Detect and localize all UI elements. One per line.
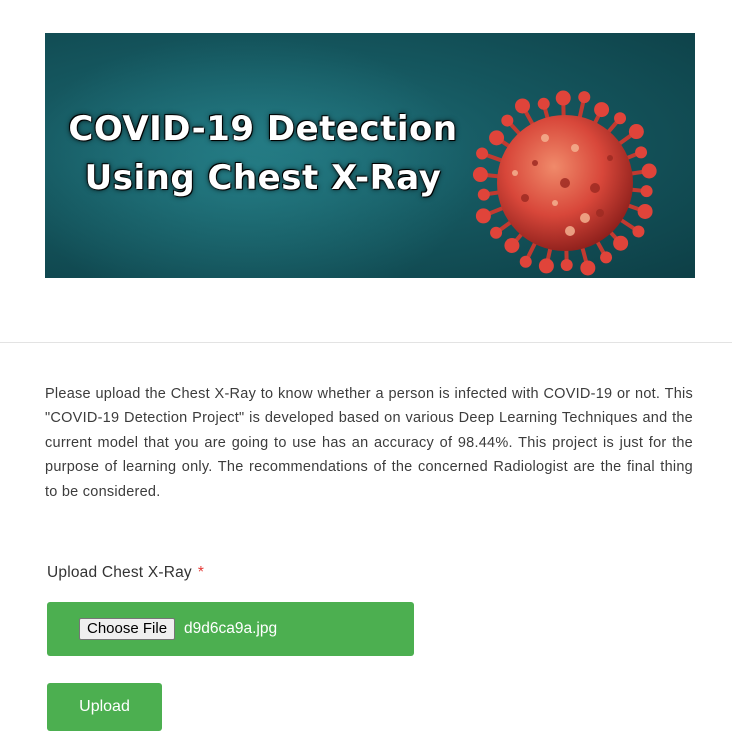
upload-label-text: Upload Chest X-Ray [47, 564, 192, 581]
section-divider [0, 342, 732, 343]
header-banner-image: COVID-19 Detection Using Chest X-Ray [45, 33, 695, 278]
banner-title: COVID-19 Detection Using Chest X-Ray [63, 105, 463, 203]
page: COVID-19 Detection Using Chest X-Ray Ple… [0, 0, 732, 754]
banner-title-line-1: COVID-19 Detection [68, 109, 458, 149]
selected-file-name: d9d6ca9a.jpg [184, 620, 278, 637]
intro-description: Please upload the Chest X-Ray to know wh… [45, 386, 693, 500]
upload-button[interactable]: Upload [47, 683, 162, 731]
required-marker: * [197, 564, 205, 581]
banner-title-line-2: Using Chest X-Ray [84, 158, 442, 198]
choose-file-button[interactable]: Choose File [79, 618, 176, 640]
upload-field-label: Upload Chest X-Ray * [47, 564, 204, 582]
file-input-container: Choose File d9d6ca9a.jpg [47, 602, 414, 656]
